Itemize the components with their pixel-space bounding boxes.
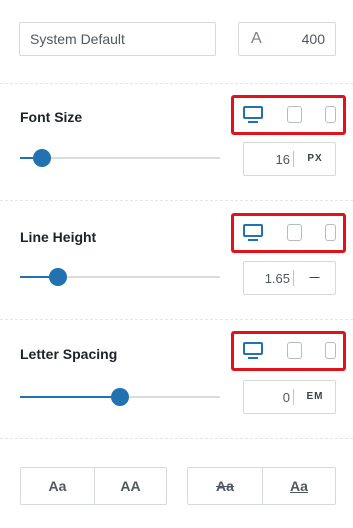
line-height-label: Line Height [20, 229, 97, 245]
letter-spacing-input[interactable]: 0 EM [243, 380, 336, 414]
font-weight-value: 400 [301, 31, 325, 47]
text-decoration-group: Aa Aa [187, 467, 336, 505]
mobile-icon[interactable] [325, 342, 336, 359]
letter-spacing-slider-thumb[interactable] [111, 388, 129, 406]
font-family-select[interactable]: System Default [19, 22, 216, 56]
underline-button[interactable]: Aa [263, 468, 335, 504]
tablet-icon[interactable] [287, 342, 302, 359]
letter-spacing-unit[interactable]: EM [294, 391, 336, 402]
desktop-icon[interactable] [243, 224, 263, 242]
line-height-slider-thumb[interactable] [49, 268, 67, 286]
desktop-icon[interactable] [243, 106, 263, 124]
text-transform-group: Aa AA [20, 467, 167, 505]
font-size-input[interactable]: 16 PX [243, 142, 336, 176]
line-through-button[interactable]: Aa [188, 468, 262, 504]
divider [0, 83, 353, 84]
font-weight-select[interactable]: A 400 [238, 22, 336, 56]
uppercase-button[interactable]: AA [95, 468, 166, 504]
font-size-unit[interactable]: PX [294, 153, 336, 164]
tablet-icon[interactable] [287, 224, 302, 241]
mobile-icon[interactable] [325, 224, 336, 241]
letter-spacing-label: Letter Spacing [20, 346, 118, 362]
line-height-slider[interactable] [20, 268, 220, 286]
font-size-slider[interactable] [20, 149, 220, 167]
divider [0, 319, 353, 320]
capitalize-button[interactable]: Aa [21, 468, 94, 504]
tablet-icon[interactable] [287, 106, 302, 123]
line-height-unit[interactable]: — [294, 272, 336, 283]
divider [0, 200, 353, 201]
line-height-value: 1.65 [264, 271, 290, 286]
font-size-value: 16 [275, 152, 290, 167]
line-height-input[interactable]: 1.65 — [243, 261, 336, 295]
font-size-slider-thumb[interactable] [33, 149, 51, 167]
letter-spacing-device-switcher [231, 331, 346, 371]
letter-spacing-slider[interactable] [20, 388, 220, 406]
font-weight-icon: A [251, 30, 262, 47]
font-size-label: Font Size [20, 109, 83, 125]
desktop-icon[interactable] [243, 342, 263, 360]
letter-spacing-value: 0 [282, 390, 290, 405]
divider [0, 438, 353, 439]
line-height-device-switcher [231, 213, 346, 253]
font-size-device-switcher [231, 95, 346, 135]
mobile-icon[interactable] [325, 106, 336, 123]
